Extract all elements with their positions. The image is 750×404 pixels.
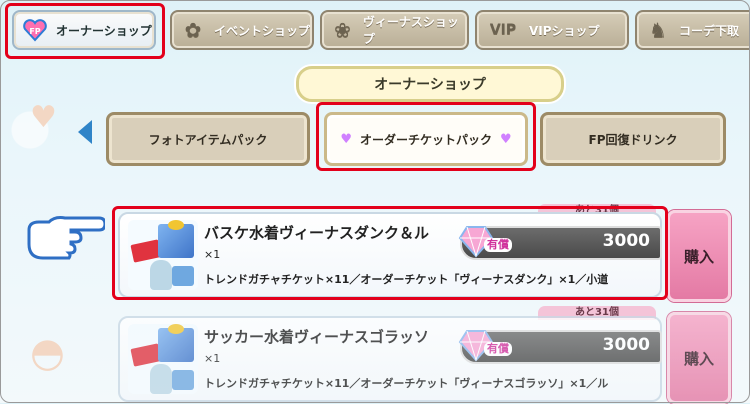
category-tab-order-ticket-pack[interactable]: ♥ オーダーチケットパック ♥	[324, 112, 528, 166]
item-description: トレンドガチャチケット×11／オーダーチケット「ヴィーナスゴラッソ」×1／ル	[204, 377, 609, 390]
swimsuit-decoration: ◓	[30, 330, 65, 376]
category-tab-fp-drink[interactable]: FP回復ドリンク	[540, 112, 726, 166]
heart-icon: ♥	[500, 131, 512, 147]
pointing-hand-icon	[25, 212, 107, 260]
bouquet-icon: ✿	[184, 18, 202, 42]
tab-label: VIPショップ	[529, 23, 600, 38]
scroll-left-arrow-icon[interactable]	[78, 120, 92, 144]
outfit-icon: ♞	[649, 18, 667, 42]
item-quantity: ×1	[204, 352, 221, 365]
tab-venus-shop[interactable]: ❀ ヴィーナスショップ	[320, 10, 469, 50]
shop-item-row[interactable]: サッカー水着ヴィーナスゴラッソ ×1 有償 3000 トレンドガチャチケット×1…	[118, 316, 662, 402]
tab-label: オーナーショップ	[56, 23, 152, 38]
buy-button[interactable]: 購入	[667, 210, 731, 302]
tab-label: イベントショップ	[214, 23, 311, 38]
tab-label: コーデ下取	[679, 23, 740, 38]
tab-label: ヴィーナスショップ	[362, 15, 459, 46]
category-label: フォトアイテムパック	[148, 132, 268, 147]
paid-label: 有償	[484, 238, 512, 252]
price-display: 有償 3000	[458, 330, 662, 364]
price-amount: 3000	[602, 335, 650, 355]
price-display: 有償 3000	[458, 226, 662, 260]
heart-icon: ♥	[340, 131, 352, 147]
shop-item-row[interactable]: バスケ水着ヴィーナスダンク＆ル ×1 有償 3000 トレンドガチャチケット×1…	[118, 212, 662, 298]
svg-text:FP: FP	[29, 27, 40, 36]
category-tab-photo-item-pack[interactable]: フォトアイテムパック	[106, 112, 310, 166]
item-thumbnail	[128, 220, 198, 290]
category-label: FP回復ドリンク	[588, 132, 678, 147]
venus-emblem-icon: ❀	[334, 18, 351, 42]
item-thumbnail	[128, 324, 198, 394]
paid-label: 有償	[484, 342, 512, 356]
tab-owner-shop[interactable]: FP オーナーショップ	[12, 10, 156, 50]
tab-vip-shop[interactable]: VIP VIPショップ	[475, 10, 629, 50]
shop-heading: オーナーショップ	[296, 66, 564, 102]
fp-heart-icon: FP	[20, 15, 50, 45]
item-quantity: ×1	[204, 248, 221, 261]
item-description: トレンドガチャチケット×11／オーダーチケット「ヴィーナスダンク」×1／小道	[204, 273, 609, 286]
price-amount: 3000	[602, 231, 650, 251]
buy-button[interactable]: 購入	[667, 312, 731, 404]
heart-decoration: ♥	[30, 100, 57, 135]
item-name: バスケ水着ヴィーナスダンク＆ル	[204, 224, 430, 242]
tab-event-shop[interactable]: ✿ イベントショップ	[170, 10, 314, 50]
top-tab-bar: FP オーナーショップ ✿ イベントショップ ❀ ヴィーナスショップ VIP V…	[0, 0, 750, 60]
category-label: オーダーチケットパック	[359, 132, 492, 147]
tab-outfit-tradein[interactable]: ♞ コーデ下取	[635, 10, 750, 50]
vip-logo-icon: VIP	[489, 22, 517, 38]
item-name: サッカー水着ヴィーナスゴラッソ	[204, 328, 430, 346]
